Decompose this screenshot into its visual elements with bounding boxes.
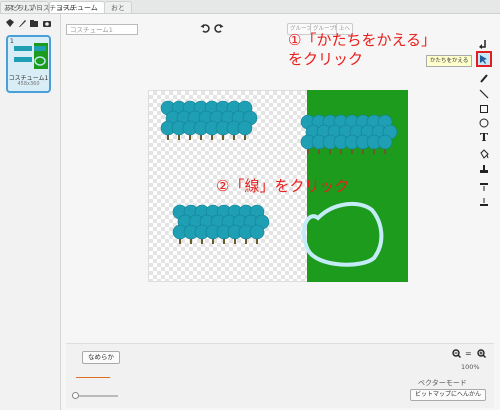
text-icon[interactable]: T	[477, 131, 491, 144]
costume-name-input[interactable]: コスチューム1	[66, 24, 138, 35]
bring-front-icon[interactable]	[477, 180, 491, 193]
tree-cluster-top-left[interactable]	[160, 100, 258, 140]
outline-ellipse-shape	[301, 201, 384, 267]
new-costume-label: あたらしいコスチューム:	[4, 4, 78, 12]
annotation-step1-line1: ①「かたちをかえる」	[288, 31, 436, 49]
line-icon[interactable]	[477, 87, 491, 100]
upload-folder-icon[interactable]	[29, 18, 39, 28]
annotation-step2: ②「線」をクリック	[216, 177, 350, 195]
choose-from-library-icon[interactable]	[5, 18, 15, 28]
annotation-step1-line2: をクリック	[288, 50, 364, 68]
tab-sounds[interactable]: おと	[104, 1, 132, 13]
costume-thumbnail[interactable]: 1 コスチューム1 458x360	[6, 35, 51, 93]
zoom-out-icon[interactable]	[452, 349, 461, 360]
camera-icon[interactable]	[42, 18, 52, 28]
zoom-in-icon[interactable]	[477, 349, 486, 360]
convert-to-bitmap-button[interactable]: ビットマップにへんかん	[410, 389, 486, 401]
tree-cluster-bottom-left[interactable]	[172, 204, 270, 244]
reshape-button[interactable]	[476, 51, 492, 67]
reshape-top-icon[interactable]	[477, 37, 491, 50]
undo-icon[interactable]	[200, 23, 210, 35]
line-width-slider-handle[interactable]	[72, 392, 79, 399]
zoom-percentage: 100%	[461, 363, 480, 371]
reshape-tooltip: かたちをかえる	[426, 55, 473, 67]
redo-icon[interactable]	[214, 23, 224, 35]
send-back-icon[interactable]	[477, 195, 491, 208]
tab-sounds-label: おと	[111, 4, 125, 12]
fill-bucket-icon[interactable]	[477, 147, 491, 160]
tree-cluster-top-right[interactable]	[300, 114, 398, 154]
pencil-icon[interactable]	[477, 71, 491, 84]
stamp-icon[interactable]	[477, 162, 491, 175]
zoom-reset-icon[interactable]: =	[465, 349, 472, 358]
reshape-icon	[480, 55, 487, 64]
smooth-button[interactable]: なめらか	[82, 351, 120, 364]
costume-size: 458x360	[17, 81, 40, 87]
mode-label: ベクターモード	[418, 379, 467, 387]
costume-preview-image	[14, 43, 48, 69]
ellipse-icon[interactable]	[477, 116, 491, 129]
paint-new-icon[interactable]	[17, 18, 27, 28]
stroke-color-preview	[76, 377, 110, 378]
rectangle-icon[interactable]	[477, 102, 491, 115]
